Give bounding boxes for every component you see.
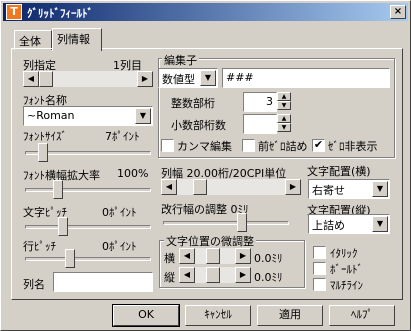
ok-button[interactable]: OK xyxy=(112,304,180,327)
help-button[interactable]: ﾍﾙﾌﾟ xyxy=(329,305,395,326)
chevron-down-icon[interactable]: ▼ xyxy=(135,108,151,124)
multiline-label: ﾏﾙﾁﾗｲﾝ xyxy=(330,279,363,292)
spin-down-icon[interactable]: ▼ xyxy=(277,123,291,132)
int-digits-label: 整数部桁 xyxy=(171,97,215,110)
app-icon: T xyxy=(6,4,22,20)
font-size-label: ﾌｫﾝﾄｻｲｽﾞ xyxy=(23,130,67,143)
editor-group-legend: 編集子 xyxy=(162,52,199,68)
arrow-right-icon[interactable]: ▶ xyxy=(285,179,301,195)
tab-general[interactable]: 全体 xyxy=(14,30,52,50)
fine-adjust-v-scrollbar[interactable]: ◀ ▶ xyxy=(179,267,251,283)
font-width-value: 100% xyxy=(117,167,149,180)
column-name-label: 列名 xyxy=(23,278,45,291)
fine-adjust-h-value: 0.0ﾐﾘ xyxy=(254,252,283,265)
comma-checkbox[interactable] xyxy=(161,139,174,152)
column-width-scrollbar[interactable]: ◀ ▶ xyxy=(161,179,301,195)
cancel-button[interactable]: ｷｬﾝｾﾙ xyxy=(185,305,251,326)
font-size-slider-thumb[interactable] xyxy=(38,143,48,162)
zero-pad-checkbox[interactable] xyxy=(242,139,255,152)
bold-checkbox[interactable] xyxy=(313,262,326,275)
fine-adjust-legend: 文字位置の微調整 xyxy=(164,233,256,249)
align-h-value: 右寄せ xyxy=(312,184,345,197)
bold-label: ﾎﾞｰﾙﾄﾞ xyxy=(330,263,363,276)
italic-checkbox[interactable] xyxy=(313,246,326,259)
title-bar[interactable]: T ｸﾞﾘｯﾄﾞﾌｨｰﾙﾄﾞ × xyxy=(3,3,408,21)
align-h-label: 文字配置(横) xyxy=(307,165,371,178)
line-pitch-track xyxy=(25,257,151,261)
fine-adjust-h-label: 横 xyxy=(164,252,175,265)
wrap-adjust-label: 改行幅の調整 0ﾐﾘ xyxy=(161,203,249,216)
zero-pad-label: 前ｾﾞﾛ詰め xyxy=(258,140,308,153)
column-select-scrollbar[interactable]: ◀ ▶ xyxy=(23,71,153,87)
window-title: ｸﾞﾘｯﾄﾞﾌｨｰﾙﾄﾞ xyxy=(27,7,93,20)
spin-up-icon[interactable]: ▲ xyxy=(277,114,291,123)
spin-up-icon[interactable]: ▲ xyxy=(277,92,291,101)
fine-adjust-v-label: 縦 xyxy=(164,271,175,284)
zero-hide-checkbox[interactable]: ✔ xyxy=(312,139,325,152)
int-digits-value: 3 xyxy=(266,95,273,108)
font-width-slider-thumb[interactable] xyxy=(53,180,63,199)
italic-label: ｲﾀﾘｯｸ xyxy=(330,247,358,260)
format-input[interactable]: ### xyxy=(222,68,390,88)
fine-adjust-v-value: 0.0ﾐﾘ xyxy=(254,271,283,284)
dec-digits-spinner[interactable]: ▲ ▼ xyxy=(277,114,291,132)
chevron-down-icon[interactable]: ▼ xyxy=(200,70,216,86)
value-type-dropdown[interactable]: 数値型 ▼ xyxy=(158,68,218,88)
int-digits-spinner[interactable]: ▲ ▼ xyxy=(277,92,291,110)
spin-down-icon[interactable]: ▼ xyxy=(277,101,291,110)
comma-label: カンマ編集 xyxy=(177,140,232,153)
scroll-thumb[interactable] xyxy=(206,267,220,283)
multiline-checkbox[interactable] xyxy=(313,278,326,291)
chevron-down-icon[interactable]: ▼ xyxy=(372,216,388,232)
align-v-dropdown[interactable]: 上詰め ▼ xyxy=(308,214,390,234)
arrow-left-icon[interactable]: ◀ xyxy=(23,71,39,87)
scroll-thumb[interactable] xyxy=(193,179,207,195)
format-value: ### xyxy=(226,71,254,84)
arrow-right-icon[interactable]: ▶ xyxy=(235,248,251,264)
arrow-left-icon[interactable]: ◀ xyxy=(179,248,195,264)
font-name-dropdown[interactable]: ~Roman ▼ xyxy=(23,106,153,126)
line-pitch-value: 0ﾎﾟｲﾝﾄ xyxy=(102,240,137,253)
font-size-value: 7ﾎﾟｲﾝﾄ xyxy=(105,130,140,143)
apply-button[interactable]: 適用 xyxy=(257,305,323,326)
arrow-left-icon[interactable]: ◀ xyxy=(179,267,195,283)
tab-label: 列情報 xyxy=(57,33,90,46)
align-v-value: 上詰め xyxy=(312,219,345,232)
wrap-adjust-track xyxy=(163,221,289,225)
dec-digits-label: 小数部桁数 xyxy=(171,119,226,132)
line-pitch-slider-thumb[interactable] xyxy=(65,249,75,268)
align-h-dropdown[interactable]: 右寄せ ▼ xyxy=(308,179,390,199)
arrow-right-icon[interactable]: ▶ xyxy=(235,267,251,283)
scroll-thumb[interactable] xyxy=(206,248,220,264)
arrow-left-icon[interactable]: ◀ xyxy=(161,179,177,195)
char-pitch-track xyxy=(25,225,151,229)
font-width-track xyxy=(25,188,151,192)
chevron-down-icon[interactable]: ▼ xyxy=(372,181,388,197)
dialog-window: T ｸﾞﾘｯﾄﾞﾌｨｰﾙﾄﾞ × 全体 列情報 列指定 1列目 ◀ ▶ ﾌｫﾝﾄ… xyxy=(0,0,411,331)
fine-adjust-h-scrollbar[interactable]: ◀ ▶ xyxy=(179,248,251,264)
scroll-thumb[interactable] xyxy=(39,71,53,87)
wrap-adjust-slider-thumb[interactable] xyxy=(237,213,247,232)
column-name-input[interactable] xyxy=(53,272,153,292)
tab-column-info[interactable]: 列情報 xyxy=(52,28,102,51)
check-icon: ✔ xyxy=(313,138,324,151)
char-pitch-slider-thumb[interactable] xyxy=(58,217,68,236)
int-digits-input[interactable]: 3 xyxy=(243,92,277,112)
zero-hide-label: ｾﾞﾛ非表示 xyxy=(328,140,378,153)
value-type-value: 数値型 xyxy=(162,73,195,86)
char-pitch-value: 0ﾎﾟｲﾝﾄ xyxy=(102,206,137,219)
line-pitch-label: 行ﾋﾟｯﾁ xyxy=(23,240,56,253)
close-button[interactable]: × xyxy=(390,5,406,19)
dec-digits-input[interactable] xyxy=(243,114,277,134)
tab-label: 全体 xyxy=(19,35,41,48)
font-name-value: ~Roman xyxy=(27,109,75,122)
arrow-right-icon[interactable]: ▶ xyxy=(137,71,153,87)
